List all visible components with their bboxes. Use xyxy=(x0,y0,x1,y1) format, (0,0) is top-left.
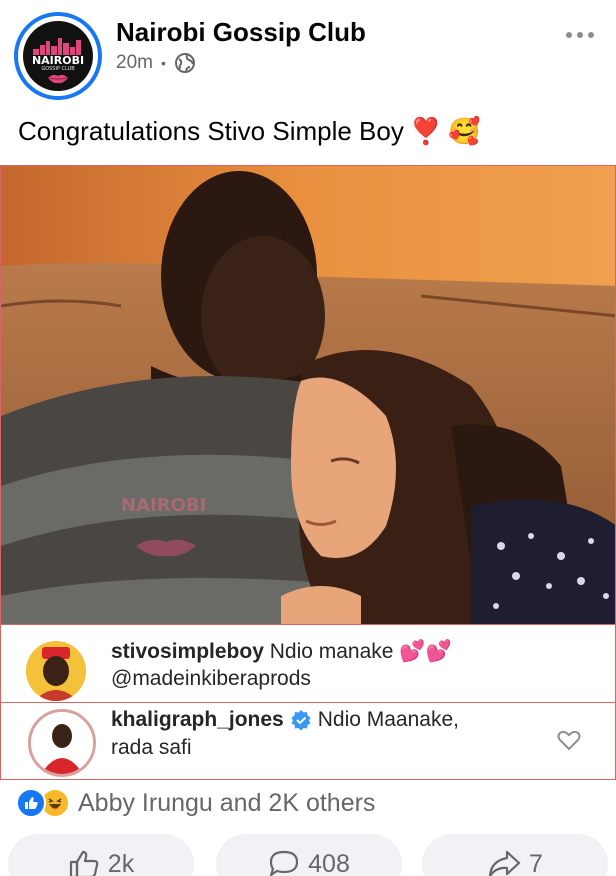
post-meta: 20m • xyxy=(116,52,196,74)
page-avatar[interactable]: NAIROBI GOSSIP CLUB xyxy=(14,12,102,100)
heart-exclamation-emoji: ❣️ xyxy=(409,116,443,146)
comment-text: stivosimpleboy Ndio manake 💕💕 xyxy=(111,638,452,665)
share-arrow-icon xyxy=(488,850,521,876)
thumbs-up-icon xyxy=(69,850,99,876)
post-text: Congratulations Stivo Simple Boy ❣️ 🥰 xyxy=(18,116,481,147)
comment-body: Ndio Maanake, xyxy=(317,708,459,731)
verified-badge-icon xyxy=(291,709,311,730)
comment-username[interactable]: khaligraph_jones xyxy=(111,706,284,733)
comment-row: khaligraph_jones Ndio Maanake, rada safi xyxy=(1,703,616,779)
logo-subtext: GOSSIP CLUB xyxy=(41,66,75,72)
like-button[interactable]: 2k xyxy=(8,834,194,876)
post-photo[interactable]: NAIROBI xyxy=(0,165,616,625)
reaction-icons xyxy=(16,788,70,818)
more-dot xyxy=(566,32,572,38)
share-count: 7 xyxy=(529,849,543,876)
reactions-text[interactable]: Abby Irungu and 2K others xyxy=(78,789,375,818)
more-dot xyxy=(577,32,583,38)
commenter-avatar[interactable] xyxy=(26,641,86,701)
smiling-hearts-emoji: 🥰 xyxy=(448,116,481,146)
comment-row: stivosimpleboy Ndio manake 💕💕 @madeinkib… xyxy=(1,625,616,703)
comment-mention[interactable]: @madeinkiberaprods xyxy=(111,665,311,692)
meta-separator: • xyxy=(160,55,166,71)
post-header: NAIROBI GOSSIP CLUB Nairobi Gossip Club … xyxy=(0,0,616,110)
more-dot xyxy=(588,32,594,38)
instagram-comments: stivosimpleboy Ndio manake 💕💕 @madeinkib… xyxy=(0,625,616,780)
photo-watermark: NAIROBI xyxy=(121,495,206,516)
skyline-icon xyxy=(33,38,81,55)
like-icon xyxy=(16,788,46,818)
globe-icon[interactable] xyxy=(174,52,196,74)
comment-body-line2: rada safi xyxy=(111,736,192,759)
two-hearts-emoji: 💕💕 xyxy=(399,640,452,663)
heart-outline-icon[interactable] xyxy=(557,729,581,751)
page-logo: NAIROBI GOSSIP CLUB xyxy=(23,21,93,91)
post-time[interactable]: 20m xyxy=(116,52,153,74)
logo-text: NAIROBI xyxy=(31,54,85,67)
comment-count: 408 xyxy=(308,849,350,876)
comment-button[interactable]: 408 xyxy=(216,834,402,876)
share-button[interactable]: 7 xyxy=(422,834,608,876)
comment-body: Ndio manake xyxy=(269,640,394,663)
lips-icon xyxy=(48,74,68,84)
reactions-summary[interactable]: Abby Irungu and 2K others xyxy=(16,788,375,818)
comment-text: khaligraph_jones Ndio Maanake, xyxy=(111,706,459,733)
post-actions: 2k 408 7 xyxy=(0,834,616,876)
comment-username[interactable]: stivosimpleboy xyxy=(111,640,264,663)
like-count: 2k xyxy=(107,849,135,876)
page-name[interactable]: Nairobi Gossip Club xyxy=(116,17,366,48)
post-caption: Congratulations Stivo Simple Boy xyxy=(18,116,404,146)
more-options-button[interactable] xyxy=(560,20,600,50)
comment-bubble-icon xyxy=(270,850,299,876)
commenter-avatar[interactable] xyxy=(28,709,96,777)
